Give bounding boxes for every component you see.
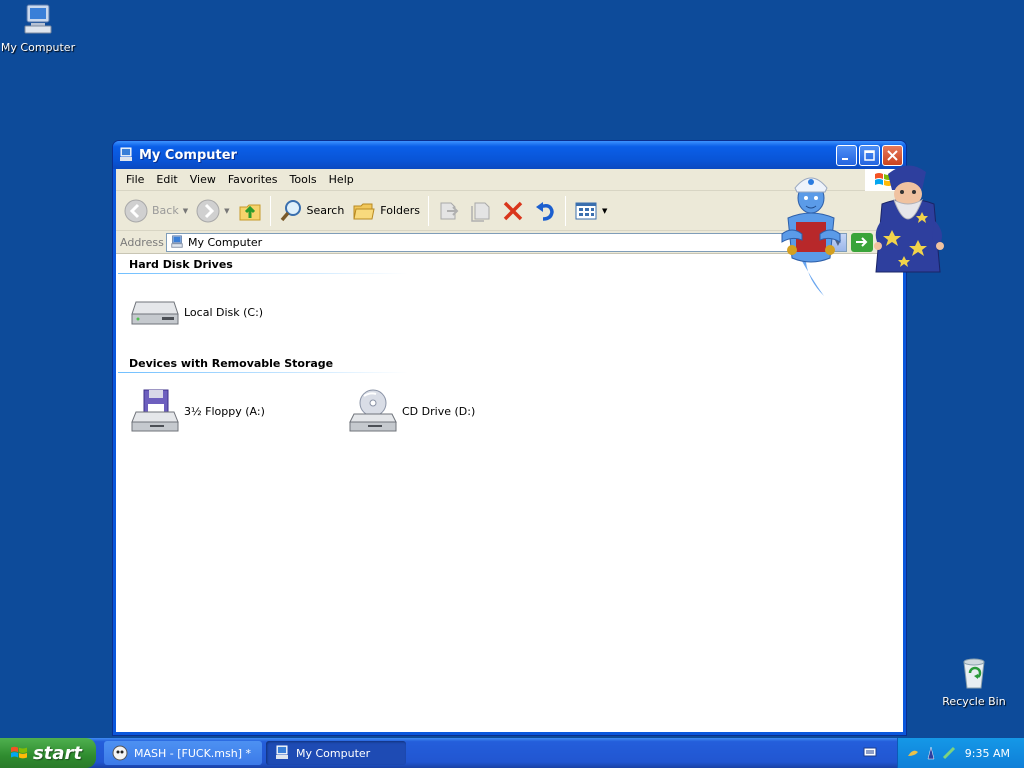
- genie-character-icon: [781, 177, 841, 296]
- drive-label: CD Drive (D:): [402, 404, 476, 418]
- toolbar-separator: [269, 195, 271, 226]
- chevron-down-icon[interactable]: ▼: [183, 207, 188, 215]
- wizard-agent[interactable]: [868, 160, 948, 281]
- network-tray-icon[interactable]: [942, 746, 956, 760]
- drive-local-disk-c[interactable]: Local Disk (C:): [130, 296, 263, 328]
- start-label: start: [33, 742, 82, 764]
- taskbar: start MASH - [FUCK.msh] * My Computer 9:…: [0, 738, 1024, 768]
- back-button[interactable]: Back ▼: [120, 195, 192, 227]
- toolbar-separator: [565, 195, 567, 226]
- copy-to-icon: [471, 202, 490, 222]
- folders-label: Folders: [380, 204, 421, 217]
- keyboard-icon: [863, 747, 877, 756]
- folders-button[interactable]: Folders: [348, 195, 424, 227]
- menu-edit[interactable]: Edit: [150, 173, 183, 186]
- group-divider: [118, 372, 408, 373]
- title-bar[interactable]: My Computer: [113, 141, 906, 169]
- maximize-icon: [864, 149, 875, 161]
- search-button[interactable]: Search: [275, 195, 349, 227]
- address-value: My Computer: [188, 235, 263, 249]
- taskbar-button-label: MASH - [FUCK.msh] *: [134, 746, 251, 760]
- drive-label: 3½ Floppy (A:): [184, 404, 265, 418]
- delete-button[interactable]: [497, 195, 529, 227]
- folders-icon: [353, 203, 375, 219]
- delete-x-icon: [503, 201, 523, 220]
- drive-cd-d[interactable]: CD Drive (D:): [348, 388, 475, 434]
- menu-tools[interactable]: Tools: [284, 173, 323, 186]
- toolbar-separator: [428, 195, 430, 226]
- search-icon: [280, 199, 301, 221]
- close-icon: [887, 149, 898, 161]
- my-computer-icon: [120, 147, 132, 161]
- taskbar-button-my-computer[interactable]: My Computer: [266, 741, 406, 765]
- system-tray: 9:35 AM: [897, 738, 1024, 768]
- wizard-tray-icon[interactable]: [924, 746, 938, 760]
- drive-label: Local Disk (C:): [184, 305, 264, 319]
- up-folder-button[interactable]: [234, 195, 266, 227]
- desktop-icon-label: Recycle Bin: [942, 695, 1006, 708]
- recycle-bin-icon: [963, 658, 985, 689]
- move-to-button[interactable]: [433, 195, 465, 227]
- chevron-down-icon[interactable]: ▼: [224, 207, 229, 215]
- move-to-icon: [440, 202, 459, 219]
- windows-flag-icon: [11, 746, 27, 759]
- forward-arrow-icon: [196, 199, 220, 222]
- wizard-character-icon: [874, 165, 944, 273]
- group-header-removable: Devices with Removable Storage: [129, 357, 334, 370]
- genie-agent[interactable]: [778, 168, 844, 299]
- copy-to-button[interactable]: [465, 195, 497, 227]
- window-title: My Computer: [139, 147, 237, 163]
- hard-disk-icon: [131, 301, 179, 325]
- up-folder-icon: [239, 204, 260, 220]
- views-button[interactable]: ▼: [570, 195, 611, 227]
- genie-tray-icon[interactable]: [906, 746, 920, 760]
- undo-button[interactable]: [529, 195, 561, 227]
- keyboard-indicator[interactable]: [863, 746, 877, 761]
- menu-favorites[interactable]: Favorites: [222, 173, 284, 186]
- file-pane: Hard Disk Drives Local Disk (C:) Devices…: [116, 256, 903, 732]
- address-label: Address: [120, 235, 164, 249]
- back-label: Back: [152, 204, 179, 217]
- desktop-icon-my-computer[interactable]: My Computer: [0, 2, 76, 54]
- drive-floppy-a[interactable]: 3½ Floppy (A:): [130, 388, 265, 434]
- minimize-icon: [842, 157, 848, 160]
- taskbar-button-label: My Computer: [296, 746, 371, 760]
- views-icon: [575, 202, 597, 219]
- undo-icon: [536, 201, 554, 221]
- desktop-icon-label: My Computer: [0, 41, 76, 54]
- menu-file[interactable]: File: [120, 173, 150, 186]
- go-arrow-icon: [856, 237, 868, 247]
- my-computer-icon: [24, 4, 52, 34]
- start-button[interactable]: start: [0, 738, 96, 768]
- my-computer-icon: [276, 745, 288, 759]
- clock[interactable]: 9:35 AM: [965, 747, 1010, 760]
- desktop-icon-recycle-bin[interactable]: Recycle Bin: [936, 656, 1012, 708]
- taskbar-button-mash[interactable]: MASH - [FUCK.msh] *: [104, 741, 262, 765]
- forward-button[interactable]: ▼: [192, 195, 233, 227]
- address-field[interactable]: My Computer ▼: [166, 232, 847, 252]
- chevron-down-icon[interactable]: ▼: [602, 207, 607, 215]
- my-computer-icon: [171, 235, 183, 248]
- cd-drive-icon: [349, 389, 397, 432]
- menu-view[interactable]: View: [184, 173, 222, 186]
- back-arrow-icon: [124, 199, 148, 222]
- menu-help[interactable]: Help: [323, 173, 360, 186]
- floppy-drive-icon: [131, 389, 179, 432]
- mash-app-icon: [112, 745, 128, 761]
- minimize-button[interactable]: [836, 144, 857, 166]
- group-header-hard-disk: Hard Disk Drives: [129, 258, 233, 271]
- group-divider: [118, 273, 408, 274]
- search-label: Search: [306, 204, 345, 217]
